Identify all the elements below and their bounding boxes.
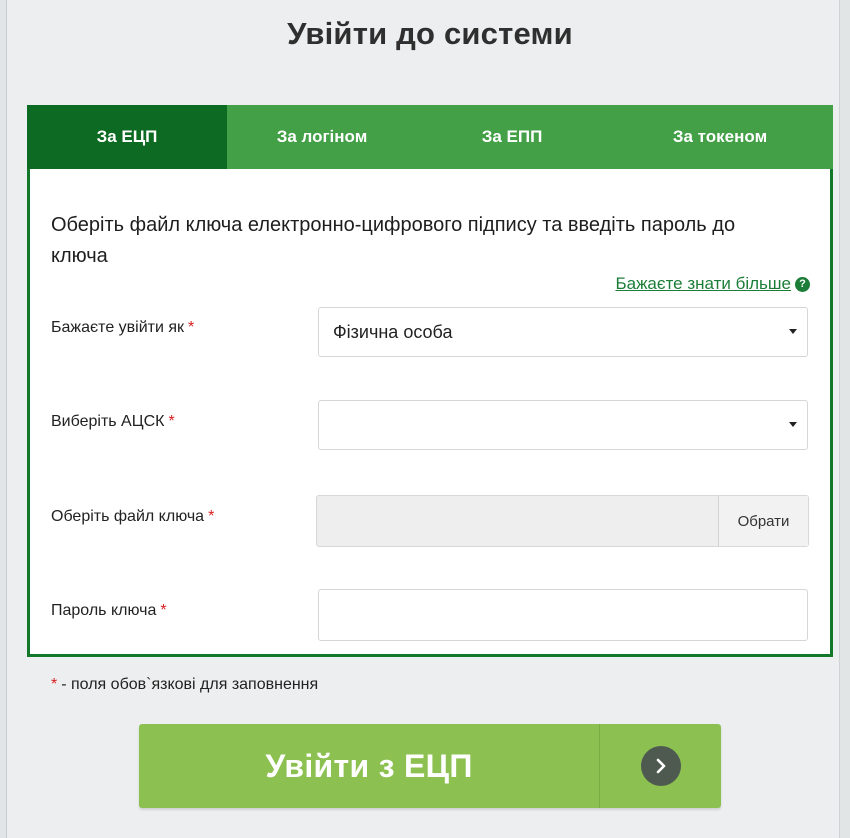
required-marker: *	[208, 508, 215, 525]
form-intro-text: Оберіть файл ключа електронно-цифрового …	[51, 214, 736, 267]
help-icon: ?	[795, 276, 810, 292]
login-with-signature-button[interactable]: Увійти з ЕЦП	[139, 724, 721, 808]
window-edge-left	[0, 0, 7, 838]
login-as-label-text: Бажаєте увійти як	[51, 319, 185, 336]
tab-digital-signature[interactable]: За ЕЦП	[27, 105, 227, 169]
key-password-input[interactable]	[318, 589, 808, 641]
chevron-right-icon	[640, 746, 681, 786]
required-marker: *	[168, 413, 175, 430]
login-as-label: Бажаєте увійти як *	[51, 319, 194, 337]
login-as-selected-value: Фізична особа	[333, 321, 453, 342]
choose-file-button[interactable]: Обрати	[718, 496, 808, 546]
dropdown-caret-icon	[789, 329, 797, 334]
login-button-arrow-area	[600, 724, 721, 808]
tab-login[interactable]: За логіном	[227, 105, 417, 169]
login-as-select[interactable]: Фізична особа	[318, 307, 808, 357]
tab-epp[interactable]: За ЕПП	[417, 105, 607, 169]
key-file-picker: Обрати	[316, 495, 809, 547]
acsk-label-text: Виберіть АЦСК	[51, 413, 165, 430]
window-edge-right	[839, 0, 850, 838]
required-marker: *	[160, 602, 167, 619]
login-method-tabs: За ЕЦП За логіном За ЕПП За токеном	[27, 105, 833, 169]
acsk-select[interactable]	[318, 400, 808, 450]
tab-token[interactable]: За токеном	[607, 105, 833, 169]
required-marker: *	[188, 319, 195, 336]
learn-more-label: Бажаєте знати більше	[615, 274, 791, 293]
required-fields-note: * - поля обов`язкові для заповнення	[51, 676, 318, 694]
key-file-label: Оберіть файл ключа *	[51, 508, 214, 526]
acsk-label: Виберіть АЦСК *	[51, 413, 175, 431]
key-password-label: Пароль ключа *	[51, 602, 167, 620]
key-file-label-text: Оберіть файл ключа	[51, 508, 205, 525]
login-form-panel	[27, 105, 833, 657]
page-title: Увійти до системи	[287, 16, 573, 51]
key-file-path-display	[317, 496, 718, 546]
key-password-label-text: Пароль ключа	[51, 602, 157, 619]
required-marker: *	[51, 676, 58, 693]
required-note-text: - поля обов`язкові для заповнення	[61, 676, 319, 693]
login-button-label: Увійти з ЕЦП	[265, 747, 473, 784]
learn-more-link[interactable]: Бажаєте знати більше ?	[615, 274, 810, 294]
dropdown-caret-icon	[789, 422, 797, 427]
